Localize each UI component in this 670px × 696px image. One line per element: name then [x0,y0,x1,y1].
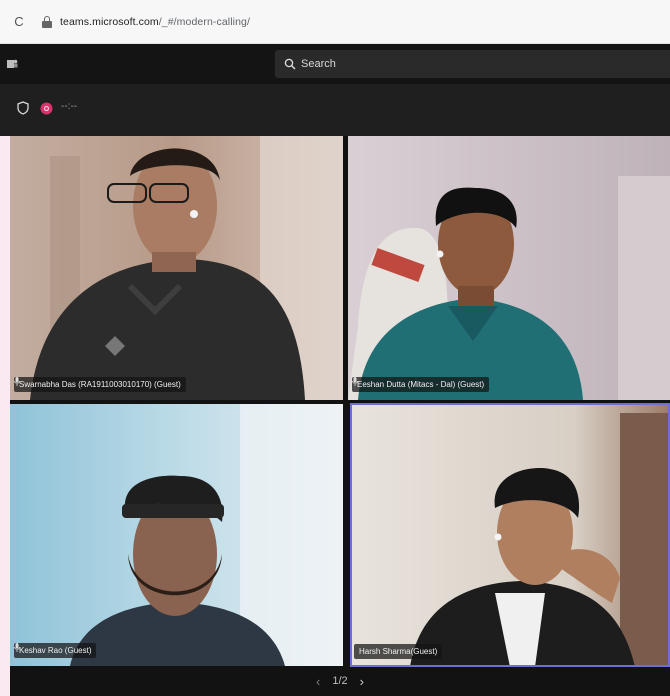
video-stage: Swarnabha Das (RA1911003010170) (Guest) … [10,136,670,696]
url-field[interactable]: teams.microsoft.com/_#/modern-calling/ [60,16,250,28]
gallery-pager: ‹ 1/2 › [10,666,670,696]
mic-off-icon [14,643,20,652]
video-tile-2[interactable]: Eeshan Dutta (Mitacs - Dal) (Guest) [348,136,670,400]
participant-video [10,404,343,666]
participant-name-label: Swarnabha Das (RA1911003010170) (Guest) [14,377,186,392]
teams-app-icon[interactable] [6,58,18,70]
participant-video [10,136,343,400]
participant-name: Harsh Sharma(Guest) [359,647,438,656]
meeting-timer: --:-- [61,101,78,112]
url-path: /_#/modern-calling/ [158,15,250,28]
url-host: teams.microsoft.com [60,15,159,28]
recording-icon [40,102,53,115]
video-tile-3[interactable]: Keshav Rao (Guest) [10,404,343,666]
participant-name-label: Eeshan Dutta (Mitacs - Dal) (Guest) [352,377,490,392]
participant-name-label: Harsh Sharma(Guest) [354,644,443,659]
participant-name: Eeshan Dutta (Mitacs - Dal) (Guest) [357,380,485,389]
participant-video [348,136,670,400]
participant-name: Keshav Rao (Guest) [19,646,92,655]
meeting-info-bar: --:-- [0,84,670,136]
search-placeholder: Search [301,58,336,70]
participant-video [350,403,670,667]
previous-page-button[interactable]: ‹ [316,674,320,689]
mic-off-icon [352,377,358,386]
participant-name-label: Keshav Rao (Guest) [14,643,97,658]
search-input[interactable]: Search [275,50,670,78]
page-indicator: 1/2 [332,675,348,687]
lock-icon[interactable] [42,15,52,28]
search-icon [284,58,296,70]
browser-address-bar: C teams.microsoft.com/_#/modern-calling/ [0,0,670,44]
reload-icon[interactable]: C [10,14,28,29]
teams-header: Search [0,44,670,84]
shield-icon[interactable] [17,101,29,115]
video-tile-1[interactable]: Swarnabha Das (RA1911003010170) (Guest) [10,136,343,400]
video-tile-4[interactable]: Harsh Sharma(Guest) [350,403,670,667]
mic-off-icon [14,377,20,386]
participant-name: Swarnabha Das (RA1911003010170) (Guest) [19,380,181,389]
next-page-button[interactable]: › [360,674,364,689]
